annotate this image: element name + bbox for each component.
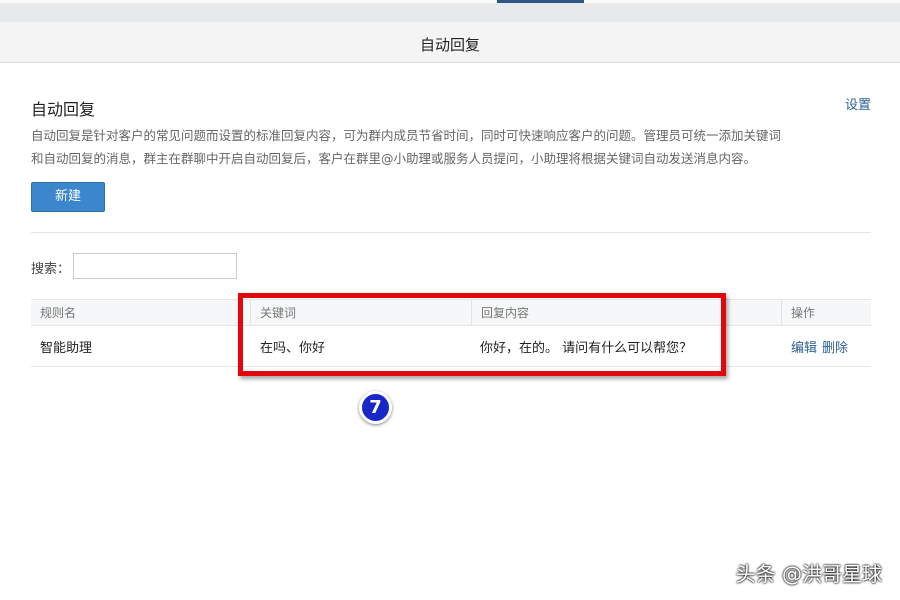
header-band: [0, 3, 900, 22]
column-header-actions: 操作: [781, 300, 871, 325]
description-line: 自动回复是针对客户的常见问题而设置的标准回复内容，可为群内成员节省时间，同时可快…: [31, 124, 831, 147]
header-title: 自动回复: [0, 34, 900, 55]
search-input[interactable]: [73, 253, 237, 279]
rule-name-cell: 智能助理: [31, 326, 250, 366]
new-button[interactable]: 新建: [31, 182, 105, 212]
description: 自动回复是针对客户的常见问题而设置的标准回复内容，可为群内成员节省时间，同时可快…: [31, 124, 831, 170]
edit-link[interactable]: 编辑: [791, 337, 817, 356]
highlight-box: [238, 293, 726, 376]
delete-link[interactable]: 删除: [822, 337, 848, 356]
search-label: 搜索：: [31, 258, 70, 277]
step-badge: 7: [359, 391, 392, 424]
watermark: 头条 @洪哥星球: [736, 558, 882, 587]
actions-cell: 编辑 删除: [782, 326, 872, 366]
divider: [31, 232, 871, 233]
page-header: 自动回复: [0, 3, 900, 63]
page-title: 自动回复: [31, 96, 95, 120]
settings-link[interactable]: 设置: [845, 94, 871, 113]
description-line: 和自动回复的消息，群主在群聊中开启自动回复后，客户在群里@小助理或服务人员提问，…: [31, 147, 831, 170]
column-header-rule-name: 规则名: [31, 300, 250, 325]
